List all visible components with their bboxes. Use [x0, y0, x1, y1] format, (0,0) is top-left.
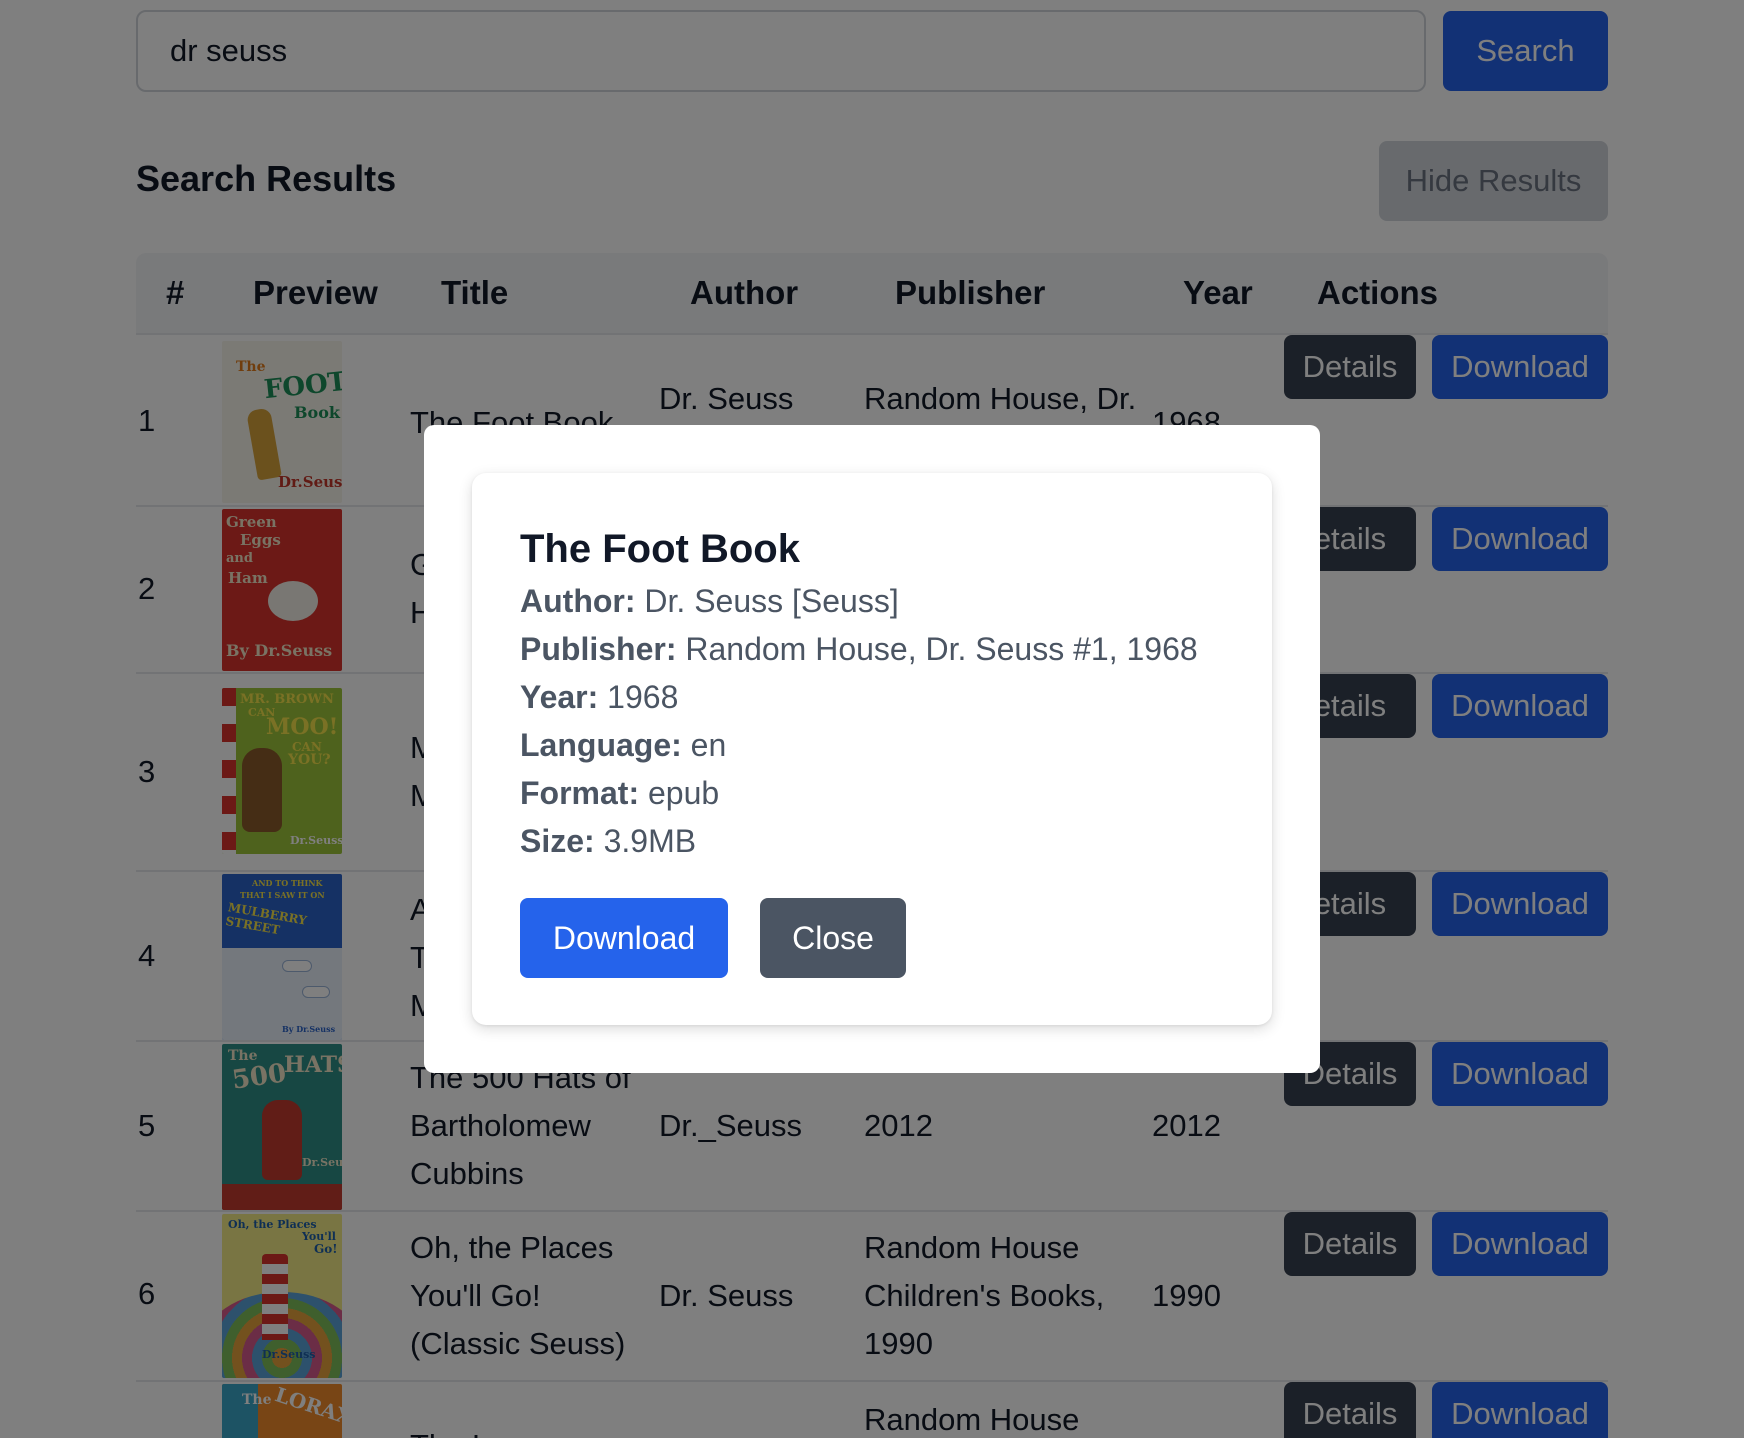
author-field: Author: Dr. Seuss [Seuss]: [520, 583, 899, 620]
modal-close-button[interactable]: Close: [760, 898, 906, 978]
field-value: en: [690, 727, 727, 763]
field-value: Random House, Dr. Seuss #1, 1968: [685, 631, 1198, 667]
field-label: Year:: [520, 679, 599, 715]
field-value: epub: [648, 775, 720, 811]
year-field: Year: 1968: [520, 679, 678, 716]
field-value: Dr. Seuss [Seuss]: [644, 583, 899, 619]
size-field: Size: 3.9MB: [520, 823, 696, 860]
field-label: Language:: [520, 727, 682, 763]
field-label: Size:: [520, 823, 595, 859]
modal-download-button[interactable]: Download: [520, 898, 728, 978]
page: Search Search Results Hide Results # Pre…: [0, 0, 1744, 1438]
field-value: 3.9MB: [603, 823, 697, 859]
modal-book-title: The Foot Book: [520, 527, 800, 571]
field-value: 1968: [607, 679, 679, 715]
field-label: Publisher:: [520, 631, 677, 667]
book-details-modal: The Foot Book Author: Dr. Seuss [Seuss] …: [424, 425, 1320, 1073]
field-label: Format:: [520, 775, 640, 811]
publisher-field: Publisher: Random House, Dr. Seuss #1, 1…: [520, 631, 1198, 668]
language-field: Language: en: [520, 727, 726, 764]
book-details-card: The Foot Book Author: Dr. Seuss [Seuss] …: [472, 473, 1272, 1025]
field-label: Author:: [520, 583, 636, 619]
format-field: Format: epub: [520, 775, 719, 812]
